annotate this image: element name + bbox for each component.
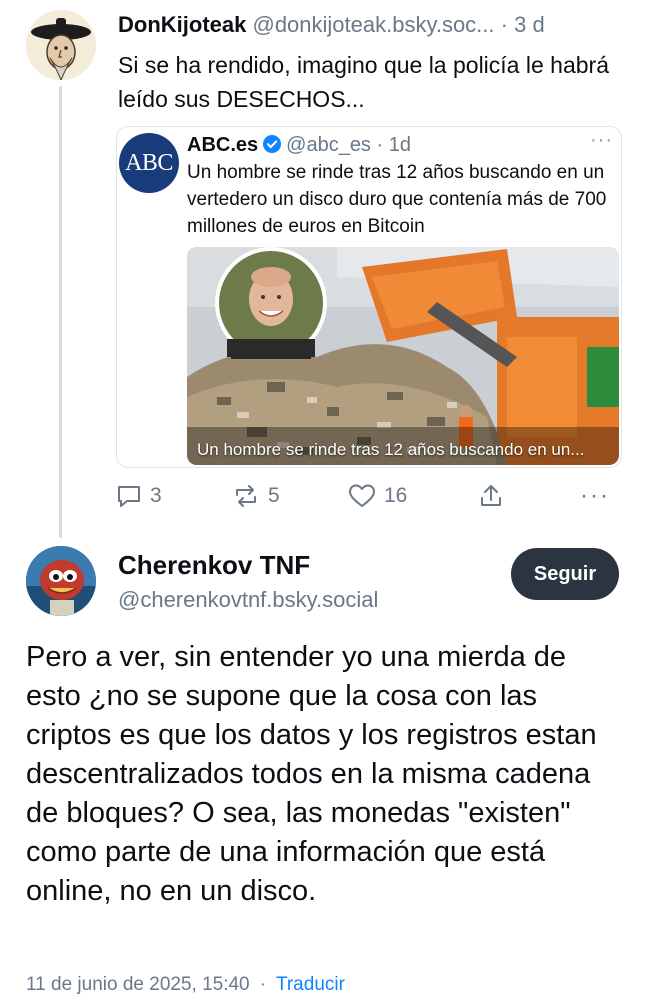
post-time[interactable]: 3 d	[514, 12, 545, 37]
parent-post-header: DonKijoteak @donkijoteak.bsky.soc... · 3…	[118, 10, 628, 40]
avatar[interactable]	[26, 10, 96, 80]
quoted-post-text: Un hombre se rinde tras 12 años buscando…	[187, 162, 607, 237]
follow-button[interactable]: Seguir	[511, 548, 619, 600]
repost-count: 5	[268, 484, 280, 507]
author-name[interactable]: Cherenkov TNF	[118, 548, 310, 582]
post-timestamp: 11 de junio de 2025, 15:40	[26, 974, 250, 995]
verified-badge-icon	[262, 134, 282, 162]
parent-post[interactable]: DonKijoteak @donkijoteak.bsky.soc... · 3…	[0, 0, 646, 540]
share-button[interactable]	[478, 478, 512, 514]
translate-link[interactable]: Traducir	[276, 974, 345, 995]
quoted-more-icon[interactable]: ···	[590, 129, 613, 152]
heart-icon	[349, 484, 375, 507]
reply-count: 3	[150, 484, 162, 507]
quoted-author-handle[interactable]: @abc_es	[286, 134, 371, 156]
post-text: Pero a ver, sin entender yo una mierda d…	[26, 641, 597, 907]
author-handle[interactable]: @cherenkovtnf.bsky.social	[118, 585, 378, 615]
author-name[interactable]: DonKijoteak	[118, 12, 246, 37]
like-count: 16	[384, 484, 408, 507]
image-caption: Un hombre se rinde tras 12 años buscando…	[197, 440, 585, 459]
repost-button[interactable]: 5	[232, 478, 280, 514]
reply-button[interactable]: 3	[116, 478, 162, 514]
separator-dot: ·	[500, 12, 508, 37]
avatar[interactable]	[26, 546, 96, 616]
link-preview-image[interactable]: Un hombre se rinde tras 12 años buscando…	[187, 247, 619, 465]
separator-dot: ·	[376, 134, 384, 156]
like-button[interactable]: 16	[348, 478, 407, 514]
quoted-author-name[interactable]: ABC.es	[187, 134, 258, 156]
share-upload-icon	[481, 485, 501, 506]
ellipsis-icon[interactable]: ···	[580, 478, 610, 514]
speech-bubble-icon	[118, 486, 140, 507]
author-handle[interactable]: @donkijoteak.bsky.soc...	[252, 12, 494, 37]
avatar-drawing	[26, 10, 96, 80]
post-action-bar: 3 5 16 ···	[116, 478, 626, 514]
separator-dot: ·	[259, 974, 266, 995]
post-text: Si se ha rendido, imagino que la policía…	[118, 52, 609, 112]
repost-arrows-icon	[236, 485, 256, 507]
landfill-photo	[187, 247, 619, 465]
quoted-post-card[interactable]: ABC ABC.es @abc_es · 1d ··· Un hombre se …	[116, 126, 622, 468]
quoted-post-time[interactable]: 1d	[389, 134, 411, 156]
avatar-drawing	[26, 546, 96, 616]
abc-logo-avatar[interactable]: ABC	[119, 133, 179, 193]
quoted-post-header: ABC.es @abc_es · 1d	[187, 131, 411, 159]
post-meta: 11 de junio de 2025, 15:40 · Traducir	[26, 972, 345, 998]
